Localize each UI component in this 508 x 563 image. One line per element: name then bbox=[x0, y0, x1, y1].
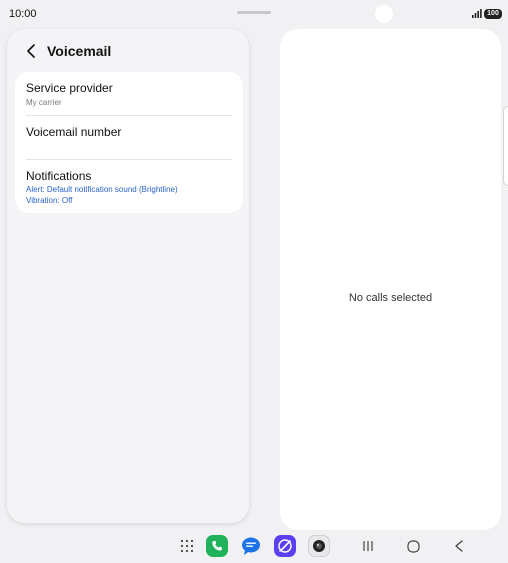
edge-panel-handle[interactable] bbox=[503, 106, 508, 186]
signal-icon bbox=[472, 9, 482, 18]
status-time: 10:00 bbox=[9, 8, 37, 20]
voicemail-number-item[interactable]: Voicemail number bbox=[15, 116, 243, 160]
voicemail-number-title: Voicemail number bbox=[26, 125, 122, 139]
service-provider-title: Service provider bbox=[26, 81, 113, 95]
home-icon bbox=[406, 539, 420, 553]
notifications-title: Notifications bbox=[26, 169, 92, 183]
apps-grid-button[interactable] bbox=[178, 537, 196, 555]
messages-app-button[interactable] bbox=[240, 535, 262, 557]
back-icon bbox=[455, 540, 463, 552]
messages-icon bbox=[242, 537, 260, 555]
home-button[interactable] bbox=[404, 537, 422, 555]
internet-app-button[interactable] bbox=[274, 535, 296, 557]
detail-pane: No calls selected bbox=[280, 29, 501, 530]
service-provider-value: My carrier bbox=[26, 98, 62, 107]
empty-state-message: No calls selected bbox=[348, 292, 433, 304]
notifications-item[interactable]: Notifications Alert: Default notificatio… bbox=[15, 160, 243, 213]
phone-icon bbox=[212, 541, 222, 551]
notifications-alert: Alert: Default notification sound (Brigh… bbox=[26, 185, 178, 194]
back-nav-button[interactable] bbox=[450, 537, 468, 555]
notifications-vibration: Vibration: Off bbox=[26, 196, 73, 205]
back-button[interactable] bbox=[21, 41, 41, 61]
recents-button[interactable] bbox=[359, 537, 377, 555]
taskbar bbox=[0, 531, 508, 563]
service-provider-item[interactable]: Service provider My carrier bbox=[15, 72, 243, 116]
recents-icon bbox=[363, 541, 373, 551]
battery-icon: 100 bbox=[484, 9, 502, 19]
phone-app-button[interactable] bbox=[206, 535, 228, 557]
chevron-left-icon bbox=[27, 44, 35, 58]
voicemail-settings-pane: Voicemail Service provider My carrier Vo… bbox=[7, 29, 249, 523]
camera-cutout bbox=[375, 5, 393, 23]
settings-card: Service provider My carrier Voicemail nu… bbox=[15, 72, 243, 213]
page-title: Voicemail bbox=[47, 43, 112, 59]
camera-app-button[interactable] bbox=[308, 535, 330, 557]
status-bar: 10:00 100 bbox=[0, 0, 508, 26]
internet-icon bbox=[278, 539, 292, 553]
header: Voicemail bbox=[7, 29, 249, 73]
window-drag-handle[interactable] bbox=[237, 11, 271, 14]
camera-icon bbox=[313, 540, 325, 552]
apps-grid-icon bbox=[180, 539, 194, 553]
